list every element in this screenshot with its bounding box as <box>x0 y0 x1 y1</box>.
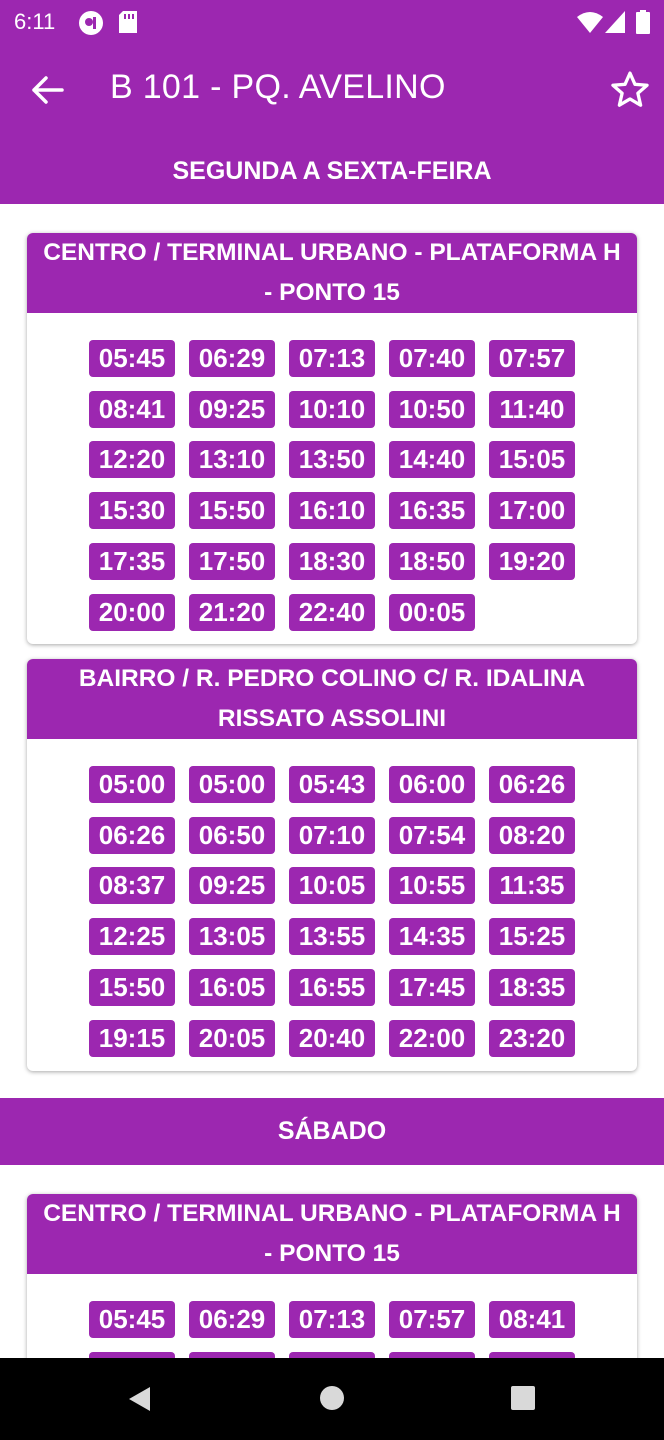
time-chip[interactable]: 19:20 <box>489 542 575 580</box>
time-chip[interactable]: 21:20 <box>189 593 275 631</box>
time-chip[interactable]: 22:40 <box>289 593 375 631</box>
time-chip[interactable]: 08:41 <box>89 390 175 428</box>
time-chip[interactable]: 13:05 <box>189 918 275 956</box>
time-chip[interactable]: 06:26 <box>489 766 575 803</box>
time-chip[interactable]: 20:40 <box>289 1019 375 1057</box>
time-chip[interactable]: 06:50 <box>189 816 275 854</box>
time-chip[interactable]: 16:05 <box>189 968 275 1006</box>
route-title-line2: RISSATO ASSOLINI <box>217 705 447 732</box>
time-chip[interactable]: 14:35 <box>389 918 475 956</box>
time-chip[interactable]: 07:10 <box>289 816 375 854</box>
wifi-icon <box>577 12 603 33</box>
time-chip[interactable]: 16:55 <box>289 968 375 1006</box>
battery-icon <box>636 10 650 34</box>
route-card-bairro: BAIRRO / R. PEDRO COLINO C/ R. IDALINA R… <box>27 659 637 1071</box>
route-title: BAIRRO / R. PEDRO COLINO C/ R. IDALINA R… <box>27 659 637 739</box>
time-chip[interactable]: 16:35 <box>389 492 475 530</box>
route-card-centro: CENTRO / TERMINAL URBANO - PLATAFORMA H … <box>27 233 637 644</box>
favorite-star-icon[interactable] <box>608 68 652 112</box>
time-chip[interactable]: 18:50 <box>389 542 475 580</box>
nav-recents-icon[interactable] <box>510 1385 536 1411</box>
time-chip[interactable]: 13:10 <box>189 441 275 479</box>
time-chip[interactable]: 09:25 <box>189 867 275 905</box>
route-title-line1: CENTRO / TERMINAL URBANO - PLATAFORMA H <box>43 239 621 266</box>
section-header-saturday: SÁBADO <box>0 1098 664 1165</box>
time-chip[interactable]: 15:25 <box>489 918 575 956</box>
time-chip[interactable]: 10:10 <box>289 390 375 428</box>
time-chip[interactable]: 20:00 <box>89 593 175 631</box>
time-chip[interactable]: 07:40 <box>389 340 475 377</box>
time-chip[interactable]: 05:45 <box>89 1301 175 1338</box>
route-title: CENTRO / TERMINAL URBANO - PLATAFORMA H … <box>27 233 637 313</box>
time-chip[interactable]: 15:50 <box>89 968 175 1006</box>
time-chip[interactable]: 10:05 <box>289 867 375 905</box>
time-chip[interactable]: 17:50 <box>189 542 275 580</box>
route-title-line1: BAIRRO / R. PEDRO COLINO C/ R. IDALINA <box>78 665 586 692</box>
time-chip[interactable]: 13:55 <box>289 918 375 956</box>
time-chip[interactable]: 08:41 <box>489 1301 575 1338</box>
app-bar: B 101 - PQ. AVELINO <box>0 44 664 136</box>
nav-back-icon[interactable] <box>126 1385 154 1413</box>
page-title: B 101 - PQ. AVELINO <box>110 68 446 106</box>
time-chip[interactable]: 06:00 <box>389 766 475 803</box>
time-chip[interactable]: 20:05 <box>189 1019 275 1057</box>
time-chip[interactable]: 18:35 <box>489 968 575 1006</box>
time-chip[interactable]: 07:54 <box>389 816 475 854</box>
time-chip[interactable]: 11:35 <box>489 867 575 905</box>
notification-app-icon <box>79 11 103 35</box>
status-bar: 6:11 <box>0 0 664 44</box>
time-chip[interactable]: 12:25 <box>89 918 175 956</box>
route-title-line2: - PONTO 15 <box>264 279 400 306</box>
time-chip[interactable]: 22:00 <box>389 1019 475 1057</box>
time-chip[interactable]: 13:50 <box>289 441 375 479</box>
time-chip[interactable]: 14:40 <box>389 441 475 479</box>
time-chip[interactable]: 10:55 <box>389 867 475 905</box>
cell-signal-icon <box>605 11 625 33</box>
time-chip[interactable]: 05:43 <box>289 766 375 803</box>
time-chip[interactable]: 18:30 <box>289 542 375 580</box>
time-chip[interactable]: 05:45 <box>89 340 175 377</box>
time-chip[interactable]: 00:05 <box>389 593 475 631</box>
time-chip[interactable]: 17:35 <box>89 542 175 580</box>
time-chip[interactable]: 08:20 <box>489 816 575 854</box>
system-navigation-bar <box>0 1358 664 1440</box>
status-time: 6:11 <box>14 9 56 34</box>
time-chip[interactable]: 11:40 <box>489 390 575 428</box>
time-chip[interactable]: 15:30 <box>89 492 175 530</box>
time-chip[interactable]: 12:20 <box>89 441 175 479</box>
time-chip[interactable]: 07:57 <box>489 340 575 377</box>
time-chip[interactable]: 08:37 <box>89 867 175 905</box>
time-chip[interactable]: 19:15 <box>89 1019 175 1057</box>
sd-card-icon <box>119 11 137 33</box>
time-chip[interactable]: 10:50 <box>389 390 475 428</box>
back-arrow-icon[interactable] <box>28 70 68 110</box>
time-chip[interactable]: 05:00 <box>189 766 275 803</box>
route-title-line2: - PONTO 15 <box>264 1240 400 1267</box>
route-title-line1: CENTRO / TERMINAL URBANO - PLATAFORMA H <box>43 1200 621 1227</box>
time-chip[interactable]: 09:25 <box>189 390 275 428</box>
time-chip[interactable]: 05:00 <box>89 766 175 803</box>
time-chip[interactable]: 15:50 <box>189 492 275 530</box>
time-chip[interactable]: 07:13 <box>289 1301 375 1338</box>
section-header-weekdays: SEGUNDA A SEXTA-FEIRA <box>0 136 664 204</box>
time-chip[interactable]: 06:26 <box>89 816 175 854</box>
time-chip[interactable]: 06:29 <box>189 340 275 377</box>
time-chip[interactable]: 07:13 <box>289 340 375 377</box>
time-chip[interactable]: 07:57 <box>389 1301 475 1338</box>
time-chip[interactable]: 16:10 <box>289 492 375 530</box>
time-chip[interactable]: 23:20 <box>489 1019 575 1057</box>
time-chip[interactable]: 17:45 <box>389 968 475 1006</box>
route-title: CENTRO / TERMINAL URBANO - PLATAFORMA H … <box>27 1194 637 1274</box>
nav-home-icon[interactable] <box>319 1385 345 1411</box>
time-chip[interactable]: 17:00 <box>489 492 575 530</box>
time-chip[interactable]: 06:29 <box>189 1301 275 1338</box>
time-chip[interactable]: 15:05 <box>489 441 575 479</box>
